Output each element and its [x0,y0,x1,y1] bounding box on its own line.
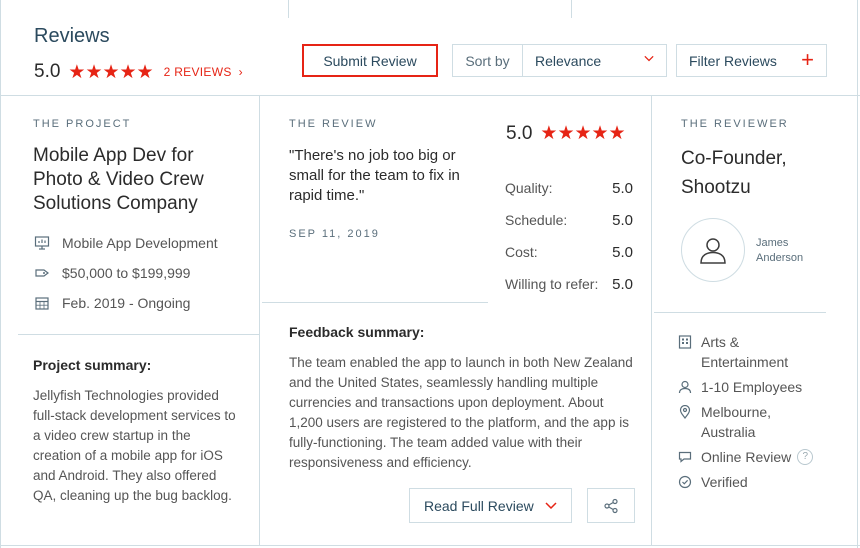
project-timeline: Feb. 2019 - Ongoing [34,295,190,311]
reviews-count-link[interactable]: 2 REVIEWS [164,65,232,79]
user-icon [700,238,726,264]
overall-rating: 5.0 ★★★★★ 2 REVIEWS › [34,60,243,84]
score-breakdown: Quality: 5.0 Schedule: 5.0 Cost: 5.0 Wil… [505,172,633,300]
column-divider [651,96,652,546]
top-divider [288,0,289,18]
share-button[interactable] [587,488,635,523]
location-pin-icon [679,405,691,419]
verified-label: Verified [701,474,748,490]
reviews-page: Reviews 5.0 ★★★★★ 2 REVIEWS › Submit Rev… [0,0,860,548]
left-border [0,0,1,548]
industry-label: Arts & Entertainment [701,334,789,370]
project-summary-heading: Project summary: [33,357,152,373]
project-summary-text: Jellyfish Technologies provided full-sta… [33,388,236,503]
page-title: Reviews [34,25,110,47]
project-service: Mobile App Development [34,235,218,251]
project-divider [18,334,259,335]
project-kicker: THE PROJECT [33,118,132,130]
reviewer-verified: Verified [678,472,748,492]
review-rating: 5.0 ★★★★★ [506,122,626,145]
filter-reviews-button[interactable]: Filter Reviews + [676,44,827,77]
location-label: Melbourne, Australia [701,404,772,440]
project-title: Mobile App Dev for Photo & Video Crew So… [33,145,204,214]
score-row: Willing to refer: 5.0 [505,268,633,300]
score-row: Quality: 5.0 [505,172,633,204]
share-icon [604,498,618,513]
reviewer-review-type: Online Review ? [678,447,814,467]
right-border [857,0,858,548]
read-full-review-button[interactable]: Read Full Review [409,488,572,523]
price-tag-icon [35,269,49,277]
check-circle-icon [678,475,692,489]
calendar-icon [35,297,49,310]
service-label: Mobile App Development [62,235,218,251]
score-label: Schedule: [505,212,568,228]
filter-label: Filter Reviews [689,52,777,69]
plus-icon: + [801,47,814,72]
review-divider [262,302,488,303]
monitor-icon [34,236,50,250]
reviewer-divider [654,312,826,313]
score-value: 5.0 [612,275,633,293]
person-icon [678,380,692,394]
company-size-label: 1-10 Employees [701,379,803,395]
feedback-summary-text: The team enabled the app to launch in bo… [289,355,633,470]
review-type-label: Online Review [701,449,792,465]
chat-bubble-icon [678,451,692,463]
sort-dropdown[interactable]: Sort by Relevance [452,44,667,77]
chevron-down-icon [545,502,557,510]
reviewer-kicker: THE REVIEWER [681,118,789,130]
score-row: Schedule: 5.0 [505,204,633,236]
reviewer-name: James Anderson [756,237,804,264]
submit-review-button[interactable]: Submit Review [302,44,438,77]
sort-value: Relevance [535,52,602,69]
review-date: SEP 11, 2019 [289,228,380,240]
column-divider [259,96,260,546]
review-score: 5.0 [506,122,533,144]
sort-label: Sort by [453,45,523,76]
reviewer-title: Co-Founder, Shootzu [681,148,787,198]
feedback-summary-heading: Feedback summary: [289,324,425,340]
sort-select[interactable]: Relevance [523,45,666,76]
star-rating-icon: ★★★★★ [68,61,154,83]
reviewer-location: Melbourne, Australia [678,402,808,442]
project-budget: $50,000 to $199,999 [34,265,190,281]
budget-label: $50,000 to $199,999 [62,265,191,281]
help-icon[interactable]: ? [797,449,814,465]
building-icon [678,335,692,349]
reviewer-industry: Arts & Entertainment [678,332,818,372]
overall-score: 5.0 [34,61,61,82]
score-value: 5.0 [612,211,633,229]
avatar [681,218,745,282]
score-label: Cost: [505,244,538,260]
score-label: Quality: [505,180,553,196]
star-rating-icon: ★★★★★ [540,123,626,144]
timeline-label: Feb. 2019 - Ongoing [62,295,191,311]
bottom-border [0,545,860,546]
chevron-right-icon[interactable]: › [239,65,243,79]
chevron-down-icon [644,55,654,62]
review-quote: "There's no job too big or small for the… [289,147,460,204]
review-kicker: THE REVIEW [289,118,378,130]
reviewer-company-size: 1-10 Employees [678,377,802,397]
score-value: 5.0 [612,243,633,261]
score-value: 5.0 [612,179,633,197]
score-row: Cost: 5.0 [505,236,633,268]
top-divider [571,0,572,18]
score-label: Willing to refer: [505,276,599,292]
read-full-review-label: Read Full Review [424,497,534,514]
